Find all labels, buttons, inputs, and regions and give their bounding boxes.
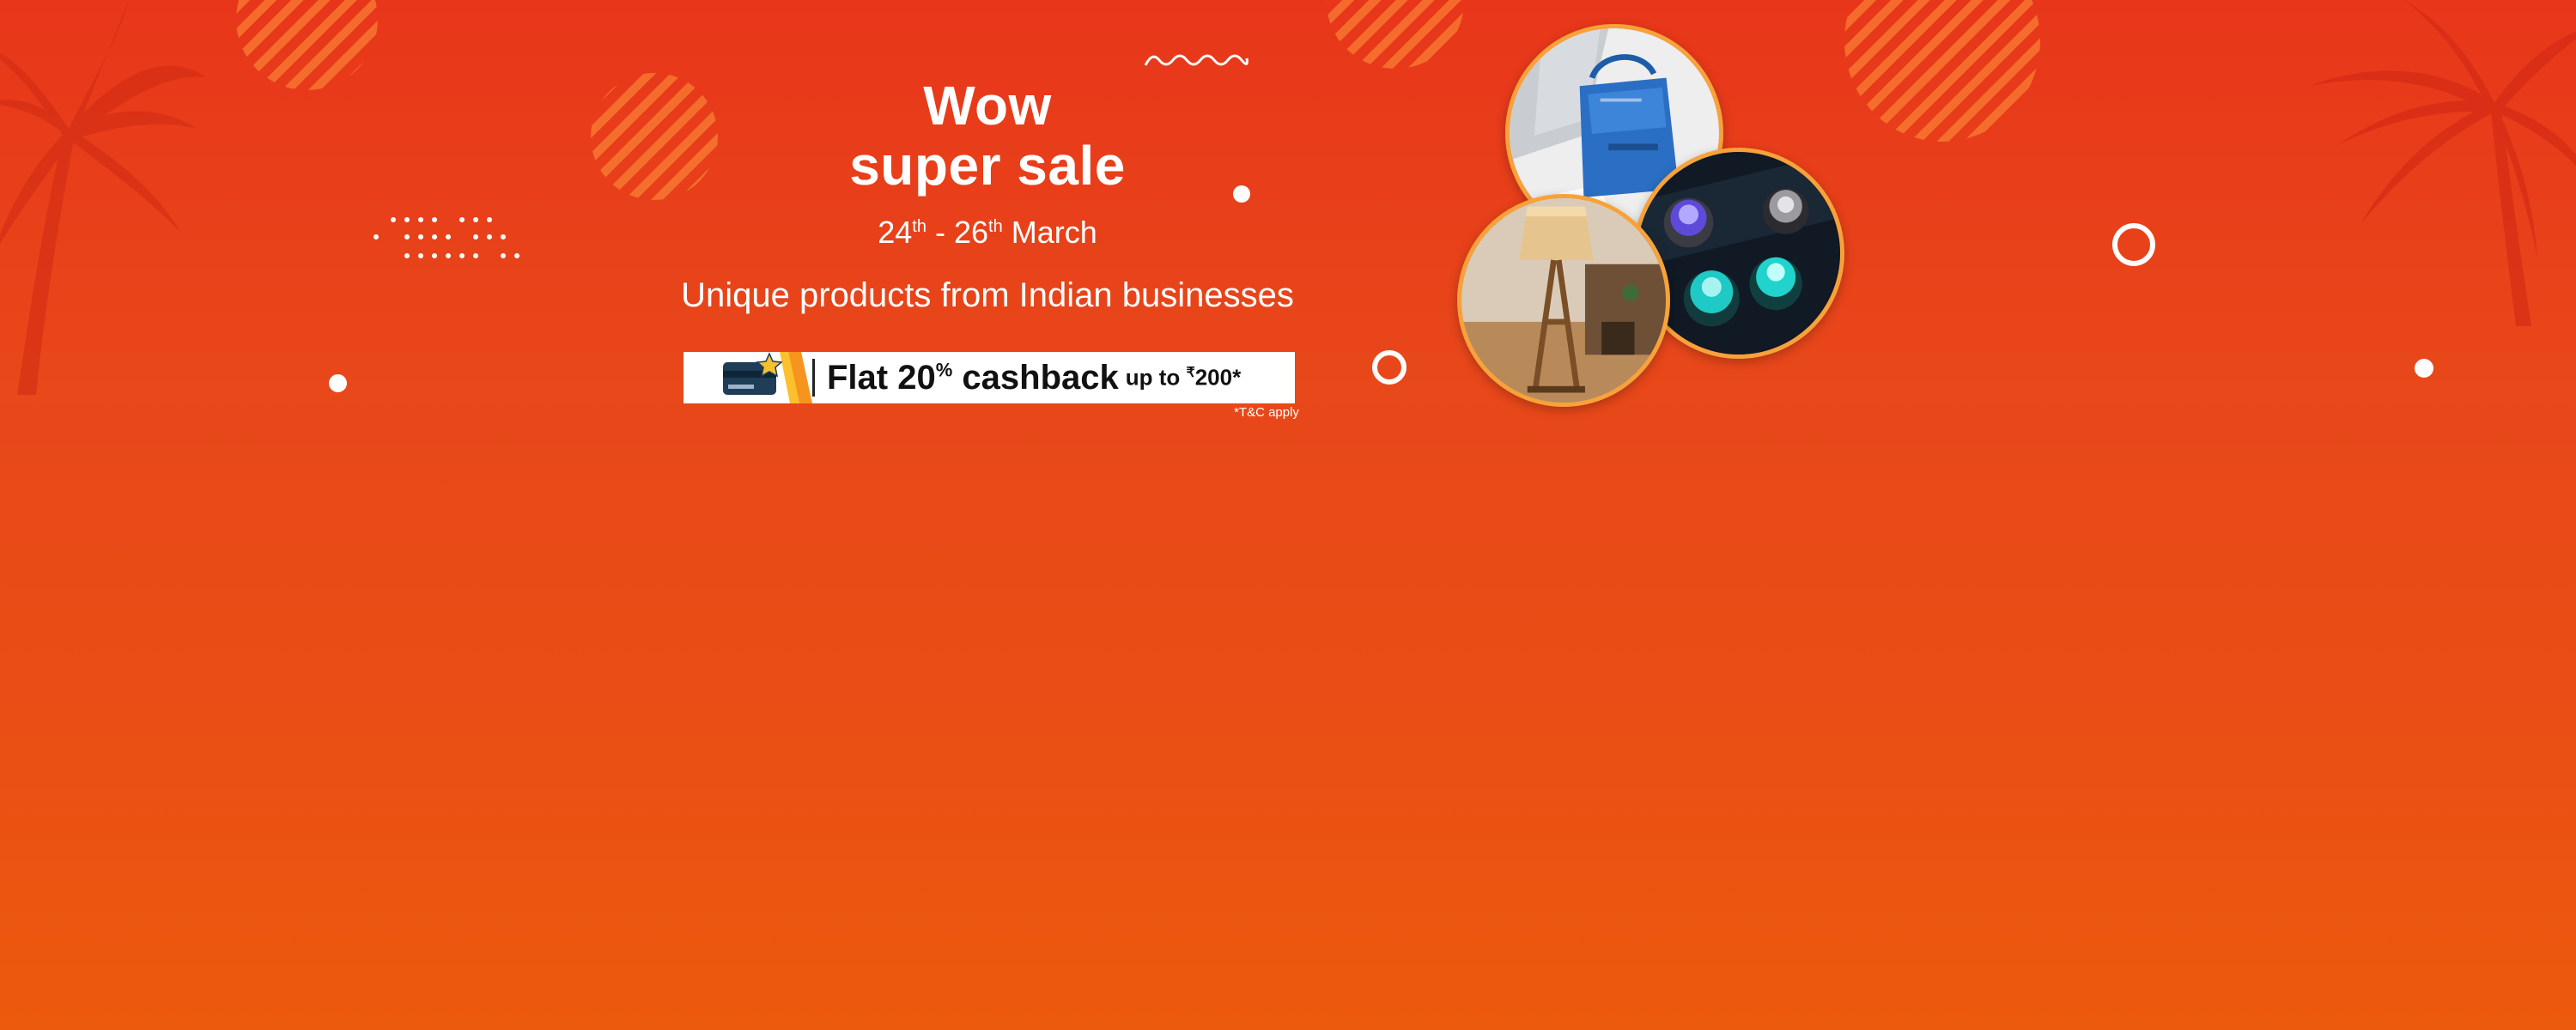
terms-note: *T&C apply xyxy=(1234,405,1299,420)
palm-tree-icon xyxy=(0,0,206,395)
decor-hatched-circle xyxy=(1327,0,1464,69)
date-separator: - xyxy=(926,215,954,250)
decor-dot xyxy=(329,374,347,392)
start-day: 24 xyxy=(878,215,913,250)
promo-banner[interactable]: Wow super sale 24th - 26th March Unique … xyxy=(0,0,2576,1030)
end-day: 26 xyxy=(953,215,989,250)
upto-prefix: up to xyxy=(1125,364,1187,391)
offer-suffix: cashback xyxy=(952,358,1119,397)
month: March xyxy=(1002,215,1097,250)
offer-divider xyxy=(812,359,815,397)
cashback-limit-text: up to ₹200* xyxy=(1126,364,1241,391)
decor-ring xyxy=(2112,223,2155,266)
upto-amount: 200* xyxy=(1194,364,1242,391)
decor-dot-grid xyxy=(374,217,519,258)
decor-dot xyxy=(2415,359,2433,378)
headline-line-1: Wow xyxy=(923,75,1052,136)
decor-hatched-circle xyxy=(591,73,718,200)
cashback-offer-strip[interactable]: Flat 20% cashback up to ₹200* xyxy=(683,352,1295,403)
start-day-suffix: th xyxy=(912,217,927,236)
decor-ring xyxy=(1372,350,1406,385)
sale-subtitle: Unique products from Indian businesses xyxy=(681,276,1294,314)
currency-symbol: ₹ xyxy=(1186,366,1195,381)
product-photo-lamp xyxy=(1457,194,1670,407)
sale-dates: 24th - 26th March xyxy=(773,215,1202,251)
credit-card-with-star-icon xyxy=(683,352,812,403)
decor-dot xyxy=(1233,185,1250,203)
decor-hatched-circle xyxy=(1844,0,2040,142)
end-day-suffix: th xyxy=(988,217,1003,236)
decor-hatched-circle xyxy=(236,0,378,90)
offer-prefix: Flat 20 xyxy=(827,358,936,397)
decor-squiggle xyxy=(1144,54,1249,66)
offer-percent: % xyxy=(935,359,953,381)
palm-tree-icon xyxy=(2310,0,2576,326)
sale-headline: Wow super sale xyxy=(773,76,1202,196)
cashback-offer-text: Flat 20% cashback xyxy=(827,359,1119,397)
headline-line-2: super sale xyxy=(849,135,1126,197)
